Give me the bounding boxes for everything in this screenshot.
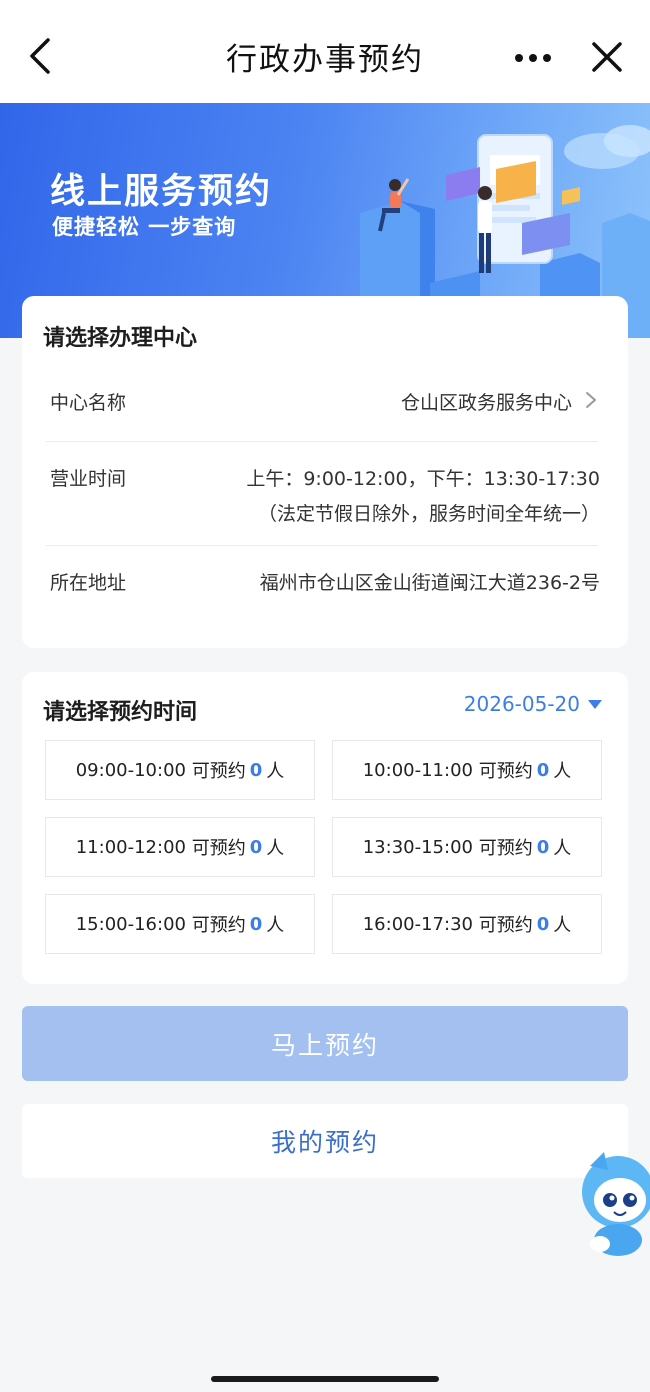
slot-suffix: 人 bbox=[553, 838, 572, 859]
hours-value: 上午：9:00-12:00，下午：13:30-17:30 bbox=[246, 468, 600, 490]
time-slot[interactable]: 09:00-10:00 可预约 0 人 bbox=[45, 740, 315, 800]
slot-suffix: 人 bbox=[553, 915, 572, 936]
slot-count: 0 bbox=[249, 759, 263, 781]
slot-count: 0 bbox=[536, 913, 550, 935]
schedule-section-title: 请选择预约时间 bbox=[43, 700, 198, 725]
hours-label: 营业时间 bbox=[50, 468, 127, 490]
center-name-value: 仓山区政务服务中心 bbox=[400, 392, 572, 414]
slot-time: 09:00-10:00 bbox=[75, 759, 186, 781]
banner-headline: 线上服务预约 bbox=[50, 172, 273, 212]
slot-suffix: 人 bbox=[266, 915, 285, 936]
home-indicator bbox=[211, 1376, 439, 1382]
time-slot[interactable]: 10:00-11:00 可预约 0 人 bbox=[332, 740, 602, 800]
slot-time: 11:00-12:00 bbox=[75, 836, 186, 858]
slot-time: 16:00-17:30 bbox=[362, 913, 473, 935]
banner-subline: 便捷轻松 一步查询 bbox=[52, 215, 237, 239]
center-name-label: 中心名称 bbox=[50, 392, 127, 414]
slot-prefix: 可预约 bbox=[478, 761, 533, 782]
time-slot[interactable]: 13:30-15:00 可预约 0 人 bbox=[332, 817, 602, 877]
address-value: 福州市仓山区金山街道闽江大道236-2号 bbox=[259, 572, 600, 594]
book-now-button[interactable]: 马上预约 bbox=[22, 1006, 628, 1081]
slot-count: 0 bbox=[249, 913, 263, 935]
my-bookings-button[interactable]: 我的预约 bbox=[22, 1104, 628, 1178]
slot-count: 0 bbox=[536, 759, 550, 781]
address-label: 所在地址 bbox=[50, 572, 127, 594]
date-picker[interactable]: 2026-05-20 bbox=[464, 692, 602, 716]
slot-suffix: 人 bbox=[266, 761, 285, 782]
more-dots-icon[interactable] bbox=[513, 50, 553, 66]
center-card: 请选择办理中心 中心名称 仓山区政务服务中心 营业时间 上午：9:00-12:0… bbox=[22, 296, 628, 648]
slot-prefix: 可预约 bbox=[478, 915, 533, 936]
divider bbox=[46, 545, 598, 546]
slot-prefix: 可预约 bbox=[191, 838, 246, 859]
slot-suffix: 人 bbox=[553, 761, 572, 782]
slot-time: 13:30-15:00 bbox=[362, 836, 473, 858]
center-section-title: 请选择办理中心 bbox=[43, 326, 198, 351]
nav-bar: 行政办事预约 bbox=[0, 0, 650, 103]
time-slot[interactable]: 15:00-16:00 可预约 0 人 bbox=[45, 894, 315, 954]
date-picker-value: 2026-05-20 bbox=[463, 692, 580, 716]
divider bbox=[46, 441, 598, 442]
time-slot[interactable]: 11:00-12:00 可预约 0 人 bbox=[45, 817, 315, 877]
chevron-right-icon[interactable] bbox=[584, 390, 598, 410]
slot-suffix: 人 bbox=[266, 838, 285, 859]
caret-down-icon bbox=[588, 699, 602, 709]
schedule-card: 请选择预约时间 2026-05-20 09:00-10:00 可预约 0 人 10:… bbox=[22, 672, 628, 984]
hours-note: （法定节假日除外，服务时间全年统一） bbox=[257, 503, 600, 525]
slot-prefix: 可预约 bbox=[478, 838, 533, 859]
time-slot[interactable]: 16:00-17:30 可预约 0 人 bbox=[332, 894, 602, 954]
slot-prefix: 可预约 bbox=[191, 761, 246, 782]
slot-time: 10:00-11:00 bbox=[362, 759, 473, 781]
slot-count: 0 bbox=[249, 836, 263, 858]
mascot-assistant-icon[interactable] bbox=[570, 1148, 650, 1260]
slot-count: 0 bbox=[536, 836, 550, 858]
close-icon[interactable] bbox=[588, 38, 626, 76]
slot-prefix: 可预约 bbox=[191, 915, 246, 936]
slot-time: 15:00-16:00 bbox=[75, 913, 186, 935]
